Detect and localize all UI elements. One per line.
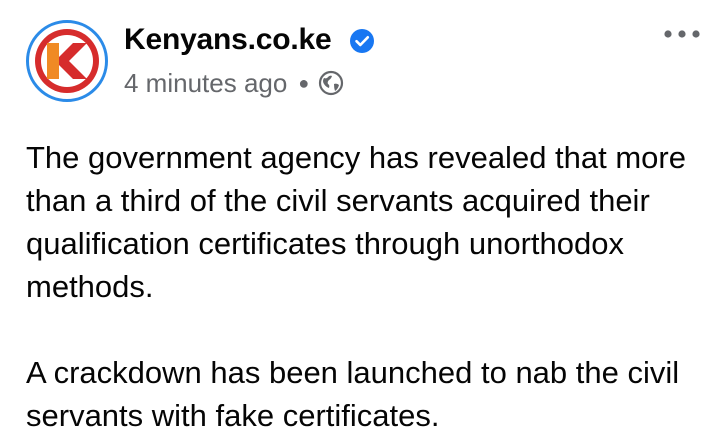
feed-post: K Kenyans.co.ke 4 minutes ago ● The gove…	[0, 0, 720, 433]
page-avatar[interactable]: K	[26, 20, 108, 102]
kenyans-logo-icon: K	[35, 29, 99, 93]
post-body: The government agency has revealed that …	[26, 136, 716, 437]
verified-badge-icon	[350, 29, 374, 53]
post-meta: 4 minutes ago ●	[124, 66, 344, 100]
post-paragraph: The government agency has revealed that …	[26, 140, 686, 304]
post-timestamp[interactable]: 4 minutes ago	[124, 68, 287, 99]
more-options-icon[interactable]	[662, 25, 702, 43]
page-name-link[interactable]: Kenyans.co.ke	[124, 20, 332, 60]
globe-icon[interactable]	[318, 70, 344, 96]
separator-dot: ●	[298, 73, 310, 93]
post-paragraph: A crackdown has been launched to nab the…	[26, 355, 680, 433]
